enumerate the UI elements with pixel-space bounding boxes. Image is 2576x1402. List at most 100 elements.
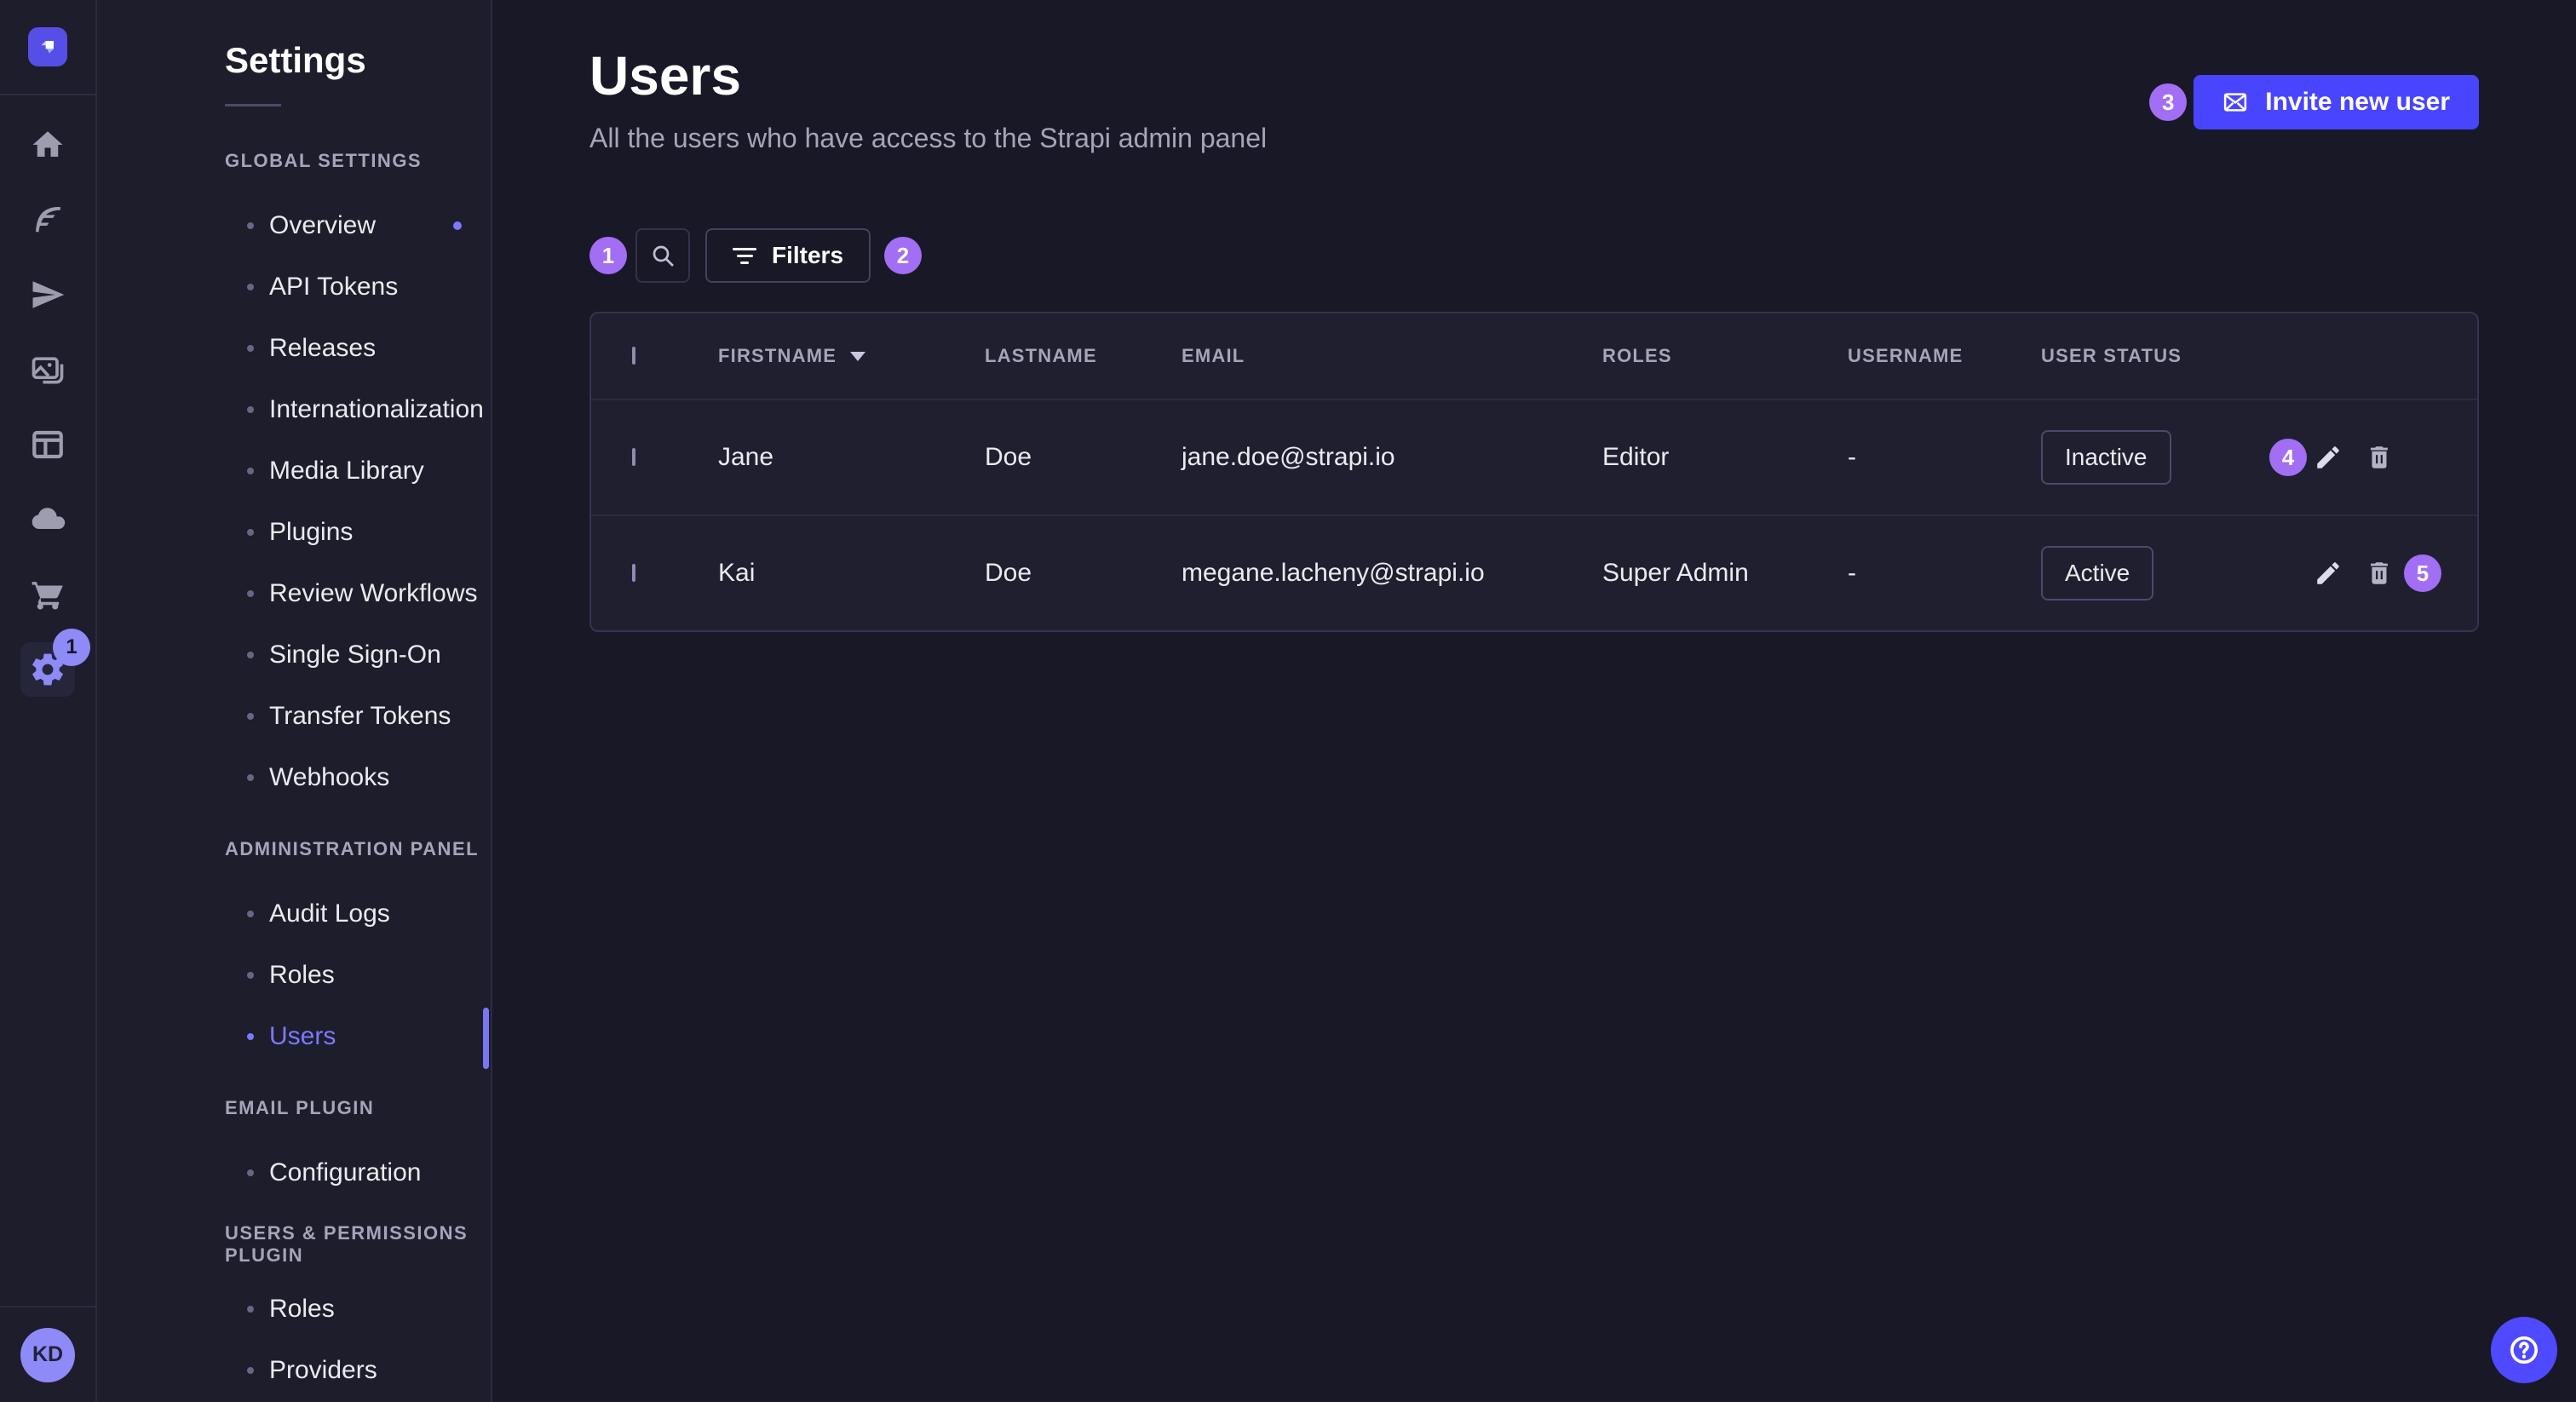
bullet-icon [247, 468, 254, 474]
table-header-row: FIRSTNAME LASTNAME EMAIL ROLES USERNAME … [591, 313, 2477, 400]
row-checkbox[interactable] [632, 564, 635, 582]
filters-button[interactable]: Filters [705, 228, 871, 283]
column-header-roles[interactable]: ROLES [1602, 345, 1848, 367]
table-row[interactable]: Jane Doe jane.doe@strapi.io Editor - Ina… [591, 400, 2477, 514]
sidebar-item-label: Plugins [269, 518, 353, 547]
select-all-checkbox[interactable] [632, 347, 635, 365]
sidebar-item-admin-roles[interactable]: Roles [97, 945, 491, 1006]
sidebar-item-releases[interactable]: Releases [97, 318, 491, 379]
edit-button[interactable] [2314, 443, 2343, 472]
envelope-icon [2222, 89, 2248, 115]
column-header-lastname[interactable]: LASTNAME [985, 345, 1182, 367]
bullet-icon [247, 1033, 254, 1040]
bullet-icon [247, 1367, 254, 1374]
filters-label: Filters [772, 242, 843, 269]
bullet-icon [247, 972, 254, 979]
cart-icon[interactable] [20, 567, 75, 622]
sidebar-item-review-workflows[interactable]: Review Workflows [97, 563, 491, 624]
sidebar-item-label: Configuration [269, 1158, 421, 1187]
column-header-username[interactable]: USERNAME [1848, 345, 2041, 367]
sidebar-item-label: Webhooks [269, 763, 389, 792]
sidebar-item-label: Providers [269, 1356, 377, 1385]
sidebar-item-configuration[interactable]: Configuration [97, 1142, 491, 1204]
users-table: FIRSTNAME LASTNAME EMAIL ROLES USERNAME … [589, 312, 2479, 632]
sidebar-item-label: API Tokens [269, 273, 398, 302]
column-header-label: LASTNAME [985, 345, 1097, 367]
sidebar-item-overview[interactable]: Overview [97, 195, 491, 256]
scrollbar-thumb[interactable] [483, 1008, 489, 1069]
sidebar-item-api-tokens[interactable]: API Tokens [97, 256, 491, 318]
sort-caret-down-icon [850, 352, 865, 361]
row-checkbox[interactable] [632, 448, 635, 466]
sidebar-item-audit-logs[interactable]: Audit Logs [97, 883, 491, 945]
cell-firstname: Jane [718, 443, 985, 472]
delete-button[interactable] [2365, 443, 2394, 472]
help-button[interactable] [2491, 1317, 2557, 1383]
bullet-icon [247, 590, 254, 597]
strapi-mark-icon [36, 35, 60, 59]
page-title-block: Users All the users who have access to t… [589, 48, 1267, 155]
bullet-icon [247, 406, 254, 413]
sidebar-item-up-roles[interactable]: Roles [97, 1278, 491, 1340]
sidebar-item-plugins[interactable]: Plugins [97, 502, 491, 563]
cell-username: - [1848, 443, 2041, 472]
cell-lastname: Doe [985, 559, 1182, 588]
bullet-icon [247, 222, 254, 229]
settings-gear-icon[interactable]: 1 [20, 642, 75, 697]
sidebar-item-internationalization[interactable]: Internationalization [97, 379, 491, 440]
bullet-icon [247, 652, 254, 658]
user-status-badge: Inactive [2041, 430, 2171, 485]
column-header-email[interactable]: EMAIL [1182, 345, 1602, 367]
bullet-icon [247, 1306, 254, 1313]
sidebar-item-webhooks[interactable]: Webhooks [97, 747, 491, 808]
sidebar-item-media-library[interactable]: Media Library [97, 440, 491, 502]
media-library-icon[interactable] [20, 342, 75, 397]
main-content: Users All the users who have access to t… [492, 0, 2576, 1402]
column-header-label: ROLES [1602, 345, 1672, 367]
edit-button[interactable] [2314, 559, 2343, 588]
bullet-icon [247, 1169, 254, 1176]
layout-icon[interactable] [20, 417, 75, 472]
search-button[interactable] [635, 228, 690, 283]
annotation-badge-2: 2 [884, 237, 922, 274]
sidebar-item-single-sign-on[interactable]: Single Sign-On [97, 624, 491, 686]
cell-username: - [1848, 559, 2041, 588]
column-header-label: FIRSTNAME [718, 345, 837, 367]
feather-icon[interactable] [20, 192, 75, 247]
delete-button[interactable] [2365, 559, 2394, 588]
sidebar-item-label: Overview [269, 211, 376, 240]
section-administration-panel: ADMINISTRATION PANEL [225, 832, 491, 866]
invite-group: 3 Invite new user [2149, 75, 2479, 129]
row-actions: 4 [2235, 439, 2436, 476]
cell-roles: Super Admin [1602, 559, 1848, 588]
logo-zone [0, 0, 95, 95]
cloud-icon[interactable] [20, 492, 75, 547]
trash-icon [2365, 559, 2394, 588]
page-header: Users All the users who have access to t… [589, 0, 2479, 155]
sidebar-item-providers[interactable]: Providers [97, 1340, 491, 1401]
sidebar-item-label: Internationalization [269, 395, 484, 424]
pencil-icon [2314, 443, 2343, 472]
cell-roles: Editor [1602, 443, 1848, 472]
row-actions: 5 [2235, 559, 2436, 588]
sidebar-item-label: Single Sign-On [269, 641, 441, 669]
sidebar-item-users[interactable]: Users [97, 1006, 491, 1067]
cell-email: megane.lacheny@strapi.io [1182, 559, 1602, 588]
filter-lines-icon [733, 248, 756, 264]
column-header-firstname[interactable]: FIRSTNAME [718, 345, 985, 367]
invite-new-user-button[interactable]: Invite new user [2194, 75, 2479, 129]
user-avatar[interactable]: KD [20, 1328, 75, 1382]
annotation-badge-1: 1 [589, 237, 627, 274]
strapi-logo-icon[interactable] [28, 27, 67, 66]
cell-lastname: Doe [985, 443, 1182, 472]
section-global-settings: GLOBAL SETTINGS [225, 144, 491, 178]
column-header-user-status[interactable]: USER STATUS [2041, 345, 2235, 367]
table-row[interactable]: Kai Doe megane.lacheny@strapi.io Super A… [591, 514, 2477, 630]
home-icon[interactable] [20, 118, 75, 172]
paper-plane-icon[interactable] [20, 267, 75, 322]
sidebar-item-transfer-tokens[interactable]: Transfer Tokens [97, 686, 491, 747]
cell-firstname: Kai [718, 559, 985, 588]
notification-dot [453, 221, 462, 230]
search-icon [649, 242, 676, 269]
cell-email: jane.doe@strapi.io [1182, 443, 1602, 472]
